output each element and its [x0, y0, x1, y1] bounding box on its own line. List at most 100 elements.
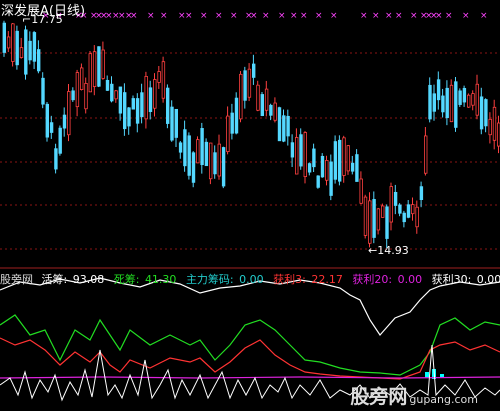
candle-body	[105, 79, 110, 91]
candle-body	[28, 40, 32, 61]
candle-body	[492, 106, 497, 141]
candle-body	[183, 129, 187, 167]
candle-body	[88, 53, 92, 93]
candle-body	[389, 186, 393, 223]
signal-marker: ×	[410, 11, 418, 21]
candle-body	[368, 200, 372, 244]
candle-body	[230, 112, 234, 134]
candle-body	[385, 206, 389, 239]
legend-dead-label: 死筹:	[113, 273, 140, 286]
candle-body	[475, 83, 479, 116]
signal-marker: ×	[300, 11, 308, 21]
legend-active-value: 93.08	[72, 273, 105, 286]
candle-body	[123, 92, 127, 130]
candle-body	[6, 36, 11, 49]
signal-marker: ×	[435, 11, 443, 21]
candle-body	[140, 92, 144, 118]
candle-body	[432, 93, 436, 112]
legend-profit20-value: 0.00	[397, 273, 423, 286]
candle-body	[144, 76, 148, 120]
candle-body	[37, 49, 41, 72]
candle-body	[312, 148, 316, 168]
signal-marker: ×	[278, 11, 286, 21]
low-price-annotation: ←14.93	[368, 244, 409, 257]
signal-marker: ×	[200, 11, 208, 21]
candle-body	[462, 87, 467, 103]
candle-body	[2, 22, 6, 53]
candle-body	[131, 98, 135, 110]
candle-body	[234, 97, 239, 134]
candle-body	[11, 23, 15, 62]
signal-marker: ×	[185, 11, 193, 21]
candle-body	[277, 107, 282, 142]
candle-body	[243, 70, 247, 101]
candle-body	[273, 102, 277, 121]
legend-profit20-label: 获利20:	[352, 273, 393, 286]
kline-chart[interactable]: × × ×× ×××× ×× ×× × × × × × × × ×× × × × × × × × × × × × ×××× × × ×	[0, 0, 500, 411]
candle-body	[264, 88, 269, 111]
watermark: 股旁网 gupang.com	[350, 382, 478, 409]
candle-body	[329, 161, 333, 196]
candle-body	[101, 49, 105, 79]
candle-body	[299, 134, 303, 167]
candle-body	[290, 142, 295, 158]
candle-body	[153, 79, 157, 109]
candle-body	[411, 204, 415, 215]
high-price-label: 17.75	[31, 13, 63, 26]
candle-body	[239, 73, 243, 120]
candle-body	[54, 148, 58, 170]
candle-body	[110, 83, 114, 102]
main-force-bar	[425, 372, 429, 378]
candle-body	[41, 77, 45, 105]
signal-marker: ×	[230, 11, 238, 21]
candlesticks	[2, 20, 500, 248]
candle-body	[32, 32, 37, 62]
signal-marker: ×	[480, 11, 488, 21]
candle-body	[466, 94, 471, 108]
legend-profit30-label: 获利30:	[431, 273, 472, 286]
candle-body	[458, 90, 462, 105]
candle-body	[320, 155, 325, 178]
candle-body	[346, 145, 350, 172]
candle-body	[484, 99, 488, 127]
candle-body	[372, 199, 376, 238]
candle-body	[58, 127, 62, 154]
candle-body	[97, 46, 101, 87]
candle-body	[337, 139, 342, 182]
candle-body	[256, 84, 260, 111]
candle-body	[114, 90, 118, 100]
candle-body	[333, 141, 338, 180]
candle-body	[196, 139, 200, 164]
candle-body	[221, 147, 226, 187]
legend-profit3-value: 22.17	[311, 273, 343, 286]
candle-body	[342, 137, 346, 176]
candle-body	[402, 212, 406, 223]
candle-body	[62, 114, 67, 129]
candle-body	[165, 87, 170, 124]
candle-body	[406, 204, 411, 218]
indicator-legend: 股旁网 活筹: 93.08 死筹: 41.30 主力筹码: 0.00 获利3: …	[0, 271, 500, 287]
candle-body	[269, 104, 273, 116]
legend-active-label: 活筹:	[41, 273, 68, 286]
signal-marker: ×	[250, 11, 258, 21]
candle-body	[71, 90, 75, 101]
candle-body	[303, 132, 307, 178]
candle-body	[423, 135, 428, 174]
candle-body	[436, 79, 441, 101]
candle-body	[350, 162, 355, 172]
candle-body	[208, 142, 213, 180]
legend-main-label: 主力筹码:	[185, 273, 234, 286]
signal-marker: ×	[147, 11, 155, 21]
candle-body	[260, 94, 264, 116]
candle-body	[247, 68, 252, 98]
legend-source: 股旁网	[0, 273, 33, 286]
candle-body	[127, 107, 131, 127]
signal-marker: ×	[330, 11, 338, 21]
candle-body	[415, 206, 419, 228]
candle-body	[24, 29, 28, 75]
signal-marker: ×	[215, 11, 223, 21]
signal-marker: ×	[160, 11, 168, 21]
legend-profit3-label: 获利3:	[273, 273, 306, 286]
candle-body	[479, 96, 484, 130]
signal-marker: ×	[385, 11, 393, 21]
